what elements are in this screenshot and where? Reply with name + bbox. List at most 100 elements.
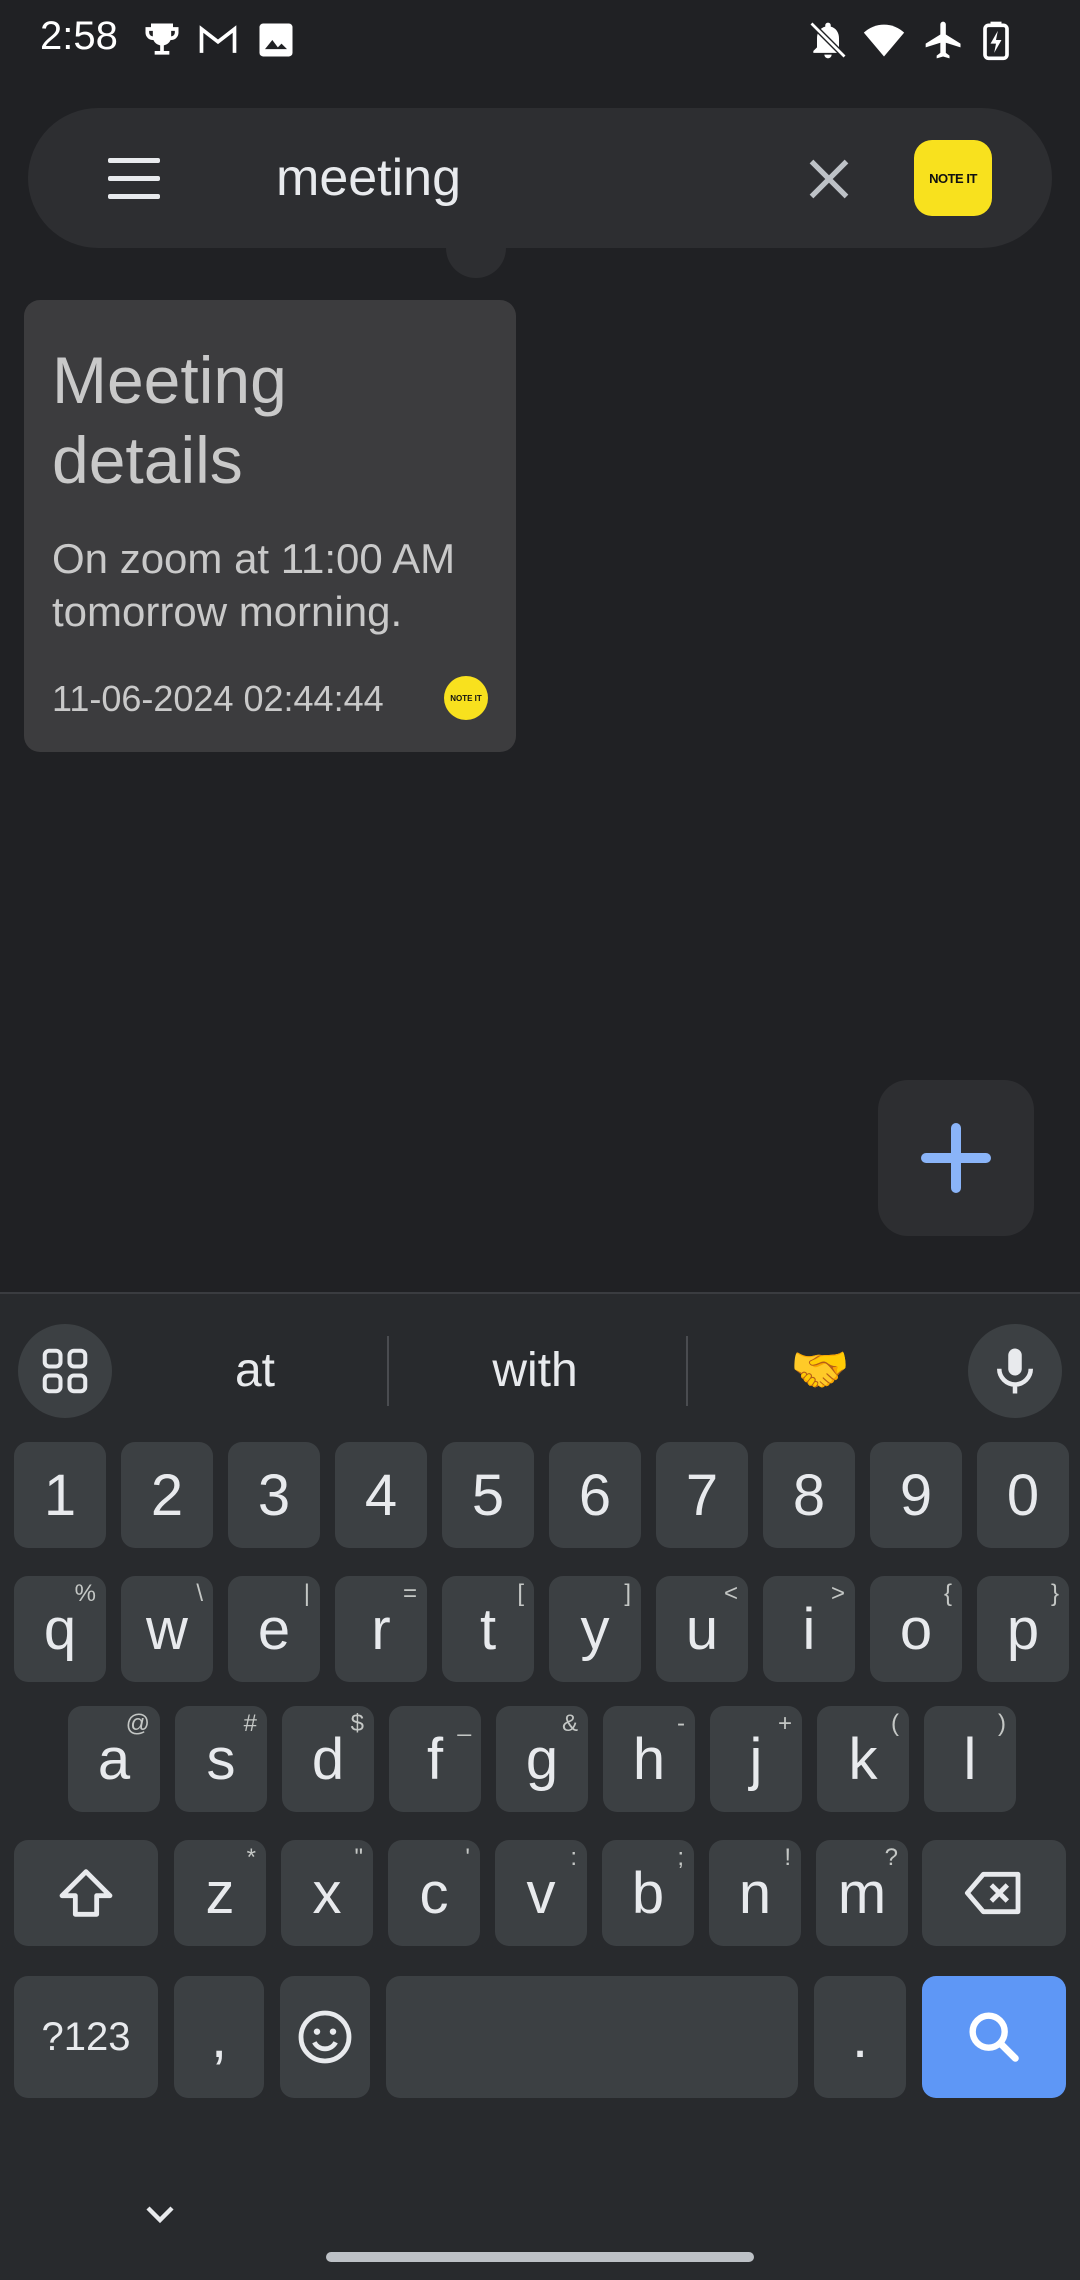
key[interactable]: n!: [709, 1840, 801, 1946]
key-label: k: [848, 1726, 878, 1792]
key[interactable]: 6: [549, 1442, 641, 1548]
key-hint: [: [517, 1580, 524, 1607]
app-logo[interactable]: NOTE IT: [914, 140, 992, 216]
key[interactable]: 9: [870, 1442, 962, 1548]
key-label: r: [371, 1596, 391, 1662]
key[interactable]: f _: [389, 1706, 481, 1812]
key-label: e: [257, 1596, 291, 1662]
key[interactable]: x ": [281, 1840, 373, 1946]
plus-icon: [921, 1123, 991, 1193]
key-label: c: [419, 1860, 449, 1926]
backspace-key[interactable]: [922, 1840, 1066, 1946]
battery-charging-icon: [974, 18, 1018, 62]
key[interactable]: 2: [121, 1442, 213, 1548]
suggestion-item[interactable]: at: [130, 1324, 380, 1418]
status-bar: 2:58: [0, 0, 1080, 80]
key[interactable]: o{: [870, 1576, 962, 1682]
shift-key[interactable]: [14, 1840, 158, 1946]
key[interactable]: b;: [602, 1840, 694, 1946]
key-hint: @: [125, 1710, 150, 1737]
key[interactable]: q%: [14, 1576, 106, 1682]
microphone-button[interactable]: [968, 1324, 1062, 1418]
add-note-button[interactable]: [878, 1080, 1034, 1236]
suggestion-emoji[interactable]: 🤝: [700, 1324, 940, 1418]
key-label: d: [311, 1726, 345, 1792]
comma-key[interactable]: ,: [174, 1976, 264, 2098]
key[interactable]: i >: [763, 1576, 855, 1682]
key[interactable]: 4: [335, 1442, 427, 1548]
note-app-badge: NOTE IT: [444, 676, 488, 720]
key-hint: {: [943, 1580, 952, 1607]
key[interactable]: t[: [442, 1576, 534, 1682]
key[interactable]: z *: [174, 1840, 266, 1946]
key-hint: %: [74, 1580, 96, 1607]
key-label: v: [526, 1860, 556, 1926]
key[interactable]: 1: [14, 1442, 106, 1548]
key[interactable]: a @: [68, 1706, 160, 1812]
close-icon[interactable]: [794, 144, 864, 214]
key[interactable]: j +: [710, 1706, 802, 1812]
trophy-icon: [140, 18, 184, 62]
gmail-icon: [196, 18, 240, 62]
key[interactable]: 0: [977, 1442, 1069, 1548]
key[interactable]: 8: [763, 1442, 855, 1548]
search-key[interactable]: [922, 1976, 1066, 2098]
microphone-icon: [997, 1348, 1033, 1394]
key[interactable]: g &: [496, 1706, 588, 1812]
key-hint: \: [196, 1580, 203, 1607]
apps-grid-button[interactable]: [18, 1324, 112, 1418]
key-hint: =: [402, 1580, 417, 1607]
search-input[interactable]: [276, 138, 776, 218]
note-card[interactable]: Meeting details On zoom at 11:00 AM tomo…: [24, 300, 516, 752]
hamburger-menu-icon[interactable]: [88, 146, 174, 210]
key-hint: <: [723, 1580, 738, 1607]
key-label: 3: [257, 1462, 291, 1528]
key-label: w: [146, 1596, 188, 1662]
key-hint: ): [998, 1710, 1006, 1737]
wifi-icon: [862, 18, 906, 62]
period-key[interactable]: .: [814, 1976, 906, 2098]
key-label: h: [632, 1726, 666, 1792]
key[interactable]: h-: [603, 1706, 695, 1812]
key[interactable]: v:: [495, 1840, 587, 1946]
chevron-down-icon: [146, 2206, 174, 2224]
key-label: 5: [471, 1462, 505, 1528]
key-hint: (: [891, 1710, 899, 1737]
key-label: f: [426, 1726, 444, 1792]
key-label: z: [205, 1860, 235, 1926]
key-label: i: [802, 1596, 816, 1662]
key-label: m: [837, 1860, 887, 1926]
key-label: 7: [685, 1462, 719, 1528]
emoji-key[interactable]: [280, 1976, 370, 2098]
key-hint: }: [1050, 1580, 1059, 1607]
airplane-mode-icon: [922, 18, 966, 62]
key-label: o: [899, 1596, 933, 1662]
key[interactable]: u <: [656, 1576, 748, 1682]
search-bar: NOTE IT: [28, 108, 1052, 248]
key[interactable]: c ': [388, 1840, 480, 1946]
key[interactable]: l): [924, 1706, 1016, 1812]
key[interactable]: e |: [228, 1576, 320, 1682]
space-key[interactable]: [386, 1976, 798, 2098]
key-hint: >: [830, 1580, 845, 1607]
key[interactable]: d $: [282, 1706, 374, 1812]
key[interactable]: w \: [121, 1576, 213, 1682]
screen: 2:58 NOTE IT: [0, 0, 1080, 2280]
key[interactable]: 7: [656, 1442, 748, 1548]
key[interactable]: s #: [175, 1706, 267, 1812]
note-title: Meeting details: [52, 343, 287, 497]
key-label: n: [738, 1860, 772, 1926]
notifications-off-icon: [806, 18, 850, 62]
key[interactable]: p}: [977, 1576, 1069, 1682]
key-label: 6: [578, 1462, 612, 1528]
key[interactable]: y]: [549, 1576, 641, 1682]
suggestion-item[interactable]: with: [410, 1324, 660, 1418]
symbols-key[interactable]: ?123: [14, 1976, 158, 2098]
hide-keyboard-button[interactable]: [136, 2190, 184, 2238]
navigation-handle[interactable]: [326, 2252, 754, 2262]
key[interactable]: m?: [816, 1840, 908, 1946]
key[interactable]: 5: [442, 1442, 534, 1548]
key[interactable]: 3: [228, 1442, 320, 1548]
key[interactable]: r =: [335, 1576, 427, 1682]
key[interactable]: k(: [817, 1706, 909, 1812]
